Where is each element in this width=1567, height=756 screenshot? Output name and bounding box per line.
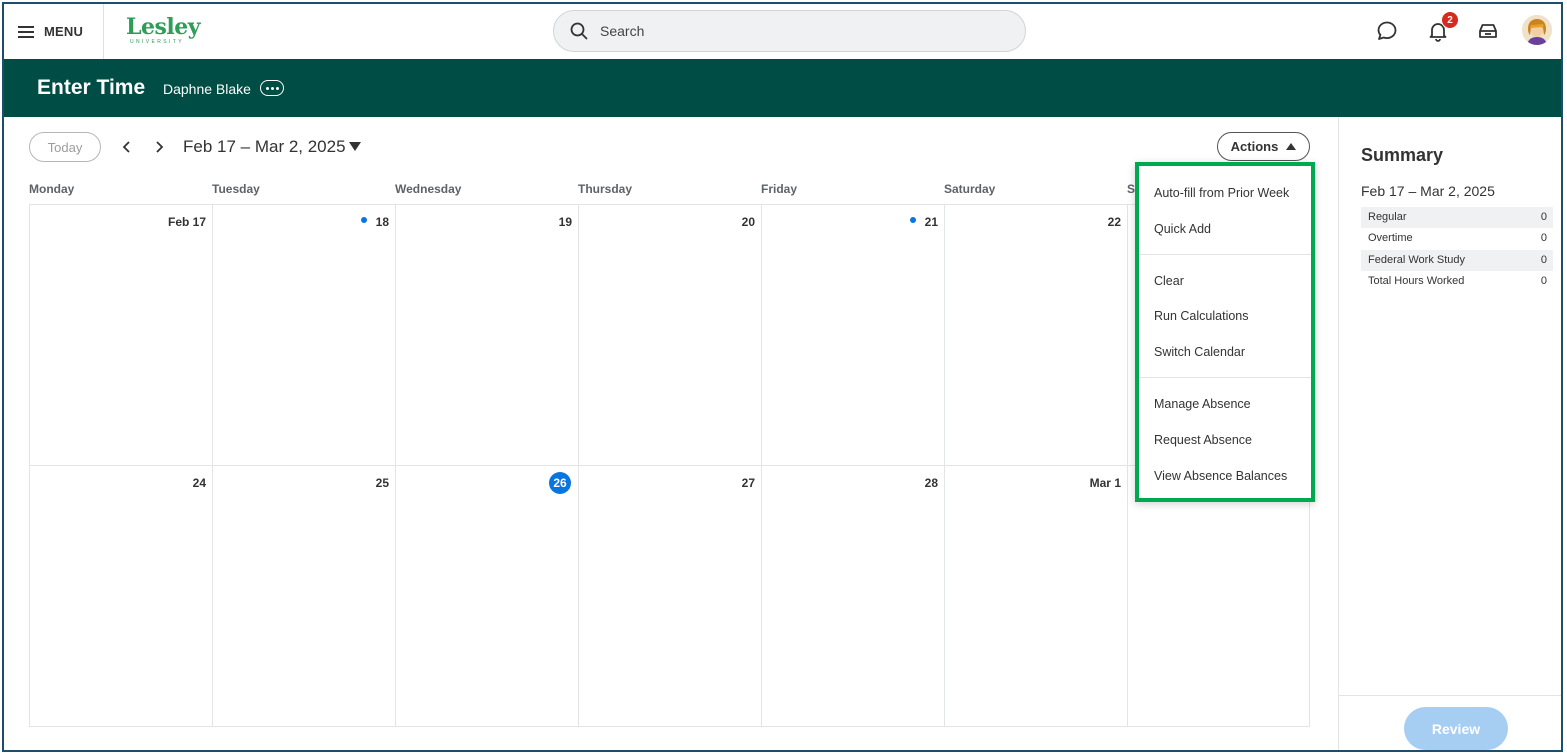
inbox-icon[interactable] <box>1475 18 1501 44</box>
day-number: 27 <box>741 476 755 490</box>
lesley-logo[interactable]: Lesley UNIVERSITY <box>126 16 206 50</box>
summary-row-label: Regular <box>1368 211 1407 223</box>
search-input[interactable]: Search <box>553 10 1026 52</box>
logo-wordmark: Lesley <box>126 14 201 40</box>
previous-period-chevron-icon[interactable] <box>116 136 138 158</box>
page-title: Enter Time <box>37 76 146 99</box>
related-actions-icon[interactable] <box>260 80 284 96</box>
app-window: MENU Lesley UNIVERSITY Search 2 Enter Ti… <box>2 2 1563 752</box>
menu-button[interactable]: MENU <box>4 4 104 59</box>
entry-indicator-dot <box>361 217 367 223</box>
entry-indicator-dot <box>910 217 916 223</box>
menu-item-manage-absence[interactable]: Manage Absence <box>1154 397 1251 411</box>
caret-up-icon <box>1286 143 1297 150</box>
summary-date-range: Feb 17 – Mar 2, 2025 <box>1361 183 1495 199</box>
date-range-dropdown-icon[interactable] <box>349 142 361 151</box>
day-name-thursday: Thursday <box>578 182 633 196</box>
day-number: 21 <box>924 215 938 229</box>
menu-item-request-absence[interactable]: Request Absence <box>1154 433 1252 447</box>
menu-divider <box>1139 254 1311 255</box>
chat-icon[interactable] <box>1374 18 1400 44</box>
day-name-friday: Friday <box>761 182 798 196</box>
day-number: 24 <box>192 476 206 490</box>
day-name-saturday: Saturday <box>944 182 996 196</box>
menu-item-auto-fill[interactable]: Auto-fill from Prior Week <box>1154 186 1289 200</box>
day-cell[interactable]: 21 <box>761 204 945 466</box>
summary-row: Federal Work Study 0 <box>1361 250 1553 271</box>
actions-label: Actions <box>1230 139 1279 154</box>
summary-row-label: Total Hours Worked <box>1368 275 1465 287</box>
day-cell[interactable]: 25 <box>212 465 396 727</box>
menu-item-run-calculations[interactable]: Run Calculations <box>1154 309 1249 323</box>
menu-divider <box>1139 377 1311 378</box>
notification-badge: 2 <box>1441 11 1459 29</box>
summary-row: Total Hours Worked 0 <box>1361 271 1553 292</box>
summary-row-value: 0 <box>1540 254 1547 266</box>
day-cell[interactable]: Feb 17 <box>29 204 213 466</box>
day-cell[interactable]: 24 <box>29 465 213 727</box>
menu-label: MENU <box>44 24 84 39</box>
user-avatar[interactable] <box>1522 15 1552 45</box>
day-name-tuesday: Tuesday <box>212 182 260 196</box>
day-cell[interactable]: 27 <box>578 465 762 727</box>
menu-item-clear[interactable]: Clear <box>1154 274 1184 288</box>
next-period-chevron-icon[interactable] <box>148 136 170 158</box>
menu-item-view-absence-balances[interactable]: View Absence Balances <box>1154 469 1287 483</box>
day-number: 25 <box>375 476 389 490</box>
day-name-sunday: S <box>1127 182 1136 196</box>
day-number: 22 <box>1107 215 1121 229</box>
day-cell[interactable]: 18 <box>212 204 396 466</box>
summary-row-value: 0 <box>1540 211 1547 223</box>
day-number: 19 <box>558 215 572 229</box>
day-cell[interactable]: 20 <box>578 204 762 466</box>
day-cell-today[interactable]: 26 <box>395 465 579 727</box>
day-name-wednesday: Wednesday <box>395 182 462 196</box>
summary-row: Regular 0 <box>1361 207 1553 228</box>
search-icon <box>570 22 588 40</box>
date-range-label: Feb 17 – Mar 2, 2025 <box>183 137 346 156</box>
review-button[interactable]: Review <box>1404 707 1508 750</box>
day-cell[interactable]: 22 <box>944 204 1128 466</box>
page-header: Enter Time Daphne Blake <box>4 59 1561 117</box>
avatar-image <box>1522 15 1552 45</box>
worker-name[interactable]: Daphne Blake <box>163 81 251 97</box>
day-number: 28 <box>924 476 938 490</box>
menu-item-switch-calendar[interactable]: Switch Calendar <box>1154 345 1245 359</box>
day-number: Mar 1 <box>1089 476 1121 490</box>
actions-button[interactable]: Actions <box>1217 132 1310 161</box>
today-indicator: 26 <box>549 472 571 494</box>
day-name-monday: Monday <box>29 182 75 196</box>
summary-row-value: 0 <box>1540 275 1547 287</box>
summary-row-label: Federal Work Study <box>1368 254 1466 266</box>
summary-divider <box>1339 695 1561 696</box>
summary-row-label: Overtime <box>1368 232 1413 244</box>
day-cell[interactable] <box>1127 465 1310 727</box>
day-number: Feb 17 <box>167 215 206 229</box>
day-number: 18 <box>375 215 389 229</box>
top-bar: MENU Lesley UNIVERSITY Search 2 <box>4 4 1561 59</box>
summary-row-value: 0 <box>1540 232 1547 244</box>
search-placeholder: Search <box>600 23 645 39</box>
actions-menu: Auto-fill from Prior Week Quick Add Clea… <box>1135 162 1315 502</box>
day-cell[interactable]: 28 <box>761 465 945 727</box>
summary-title: Summary <box>1361 145 1444 165</box>
menu-item-quick-add[interactable]: Quick Add <box>1154 222 1211 236</box>
summary-row: Overtime 0 <box>1361 228 1553 249</box>
summary-panel: Summary Feb 17 – Mar 2, 2025 Regular 0 O… <box>1338 117 1561 750</box>
day-cell[interactable]: Mar 1 <box>944 465 1128 727</box>
day-number: 20 <box>741 215 755 229</box>
hamburger-icon <box>18 25 34 38</box>
today-button[interactable]: Today <box>29 132 101 162</box>
day-cell[interactable]: 19 <box>395 204 579 466</box>
